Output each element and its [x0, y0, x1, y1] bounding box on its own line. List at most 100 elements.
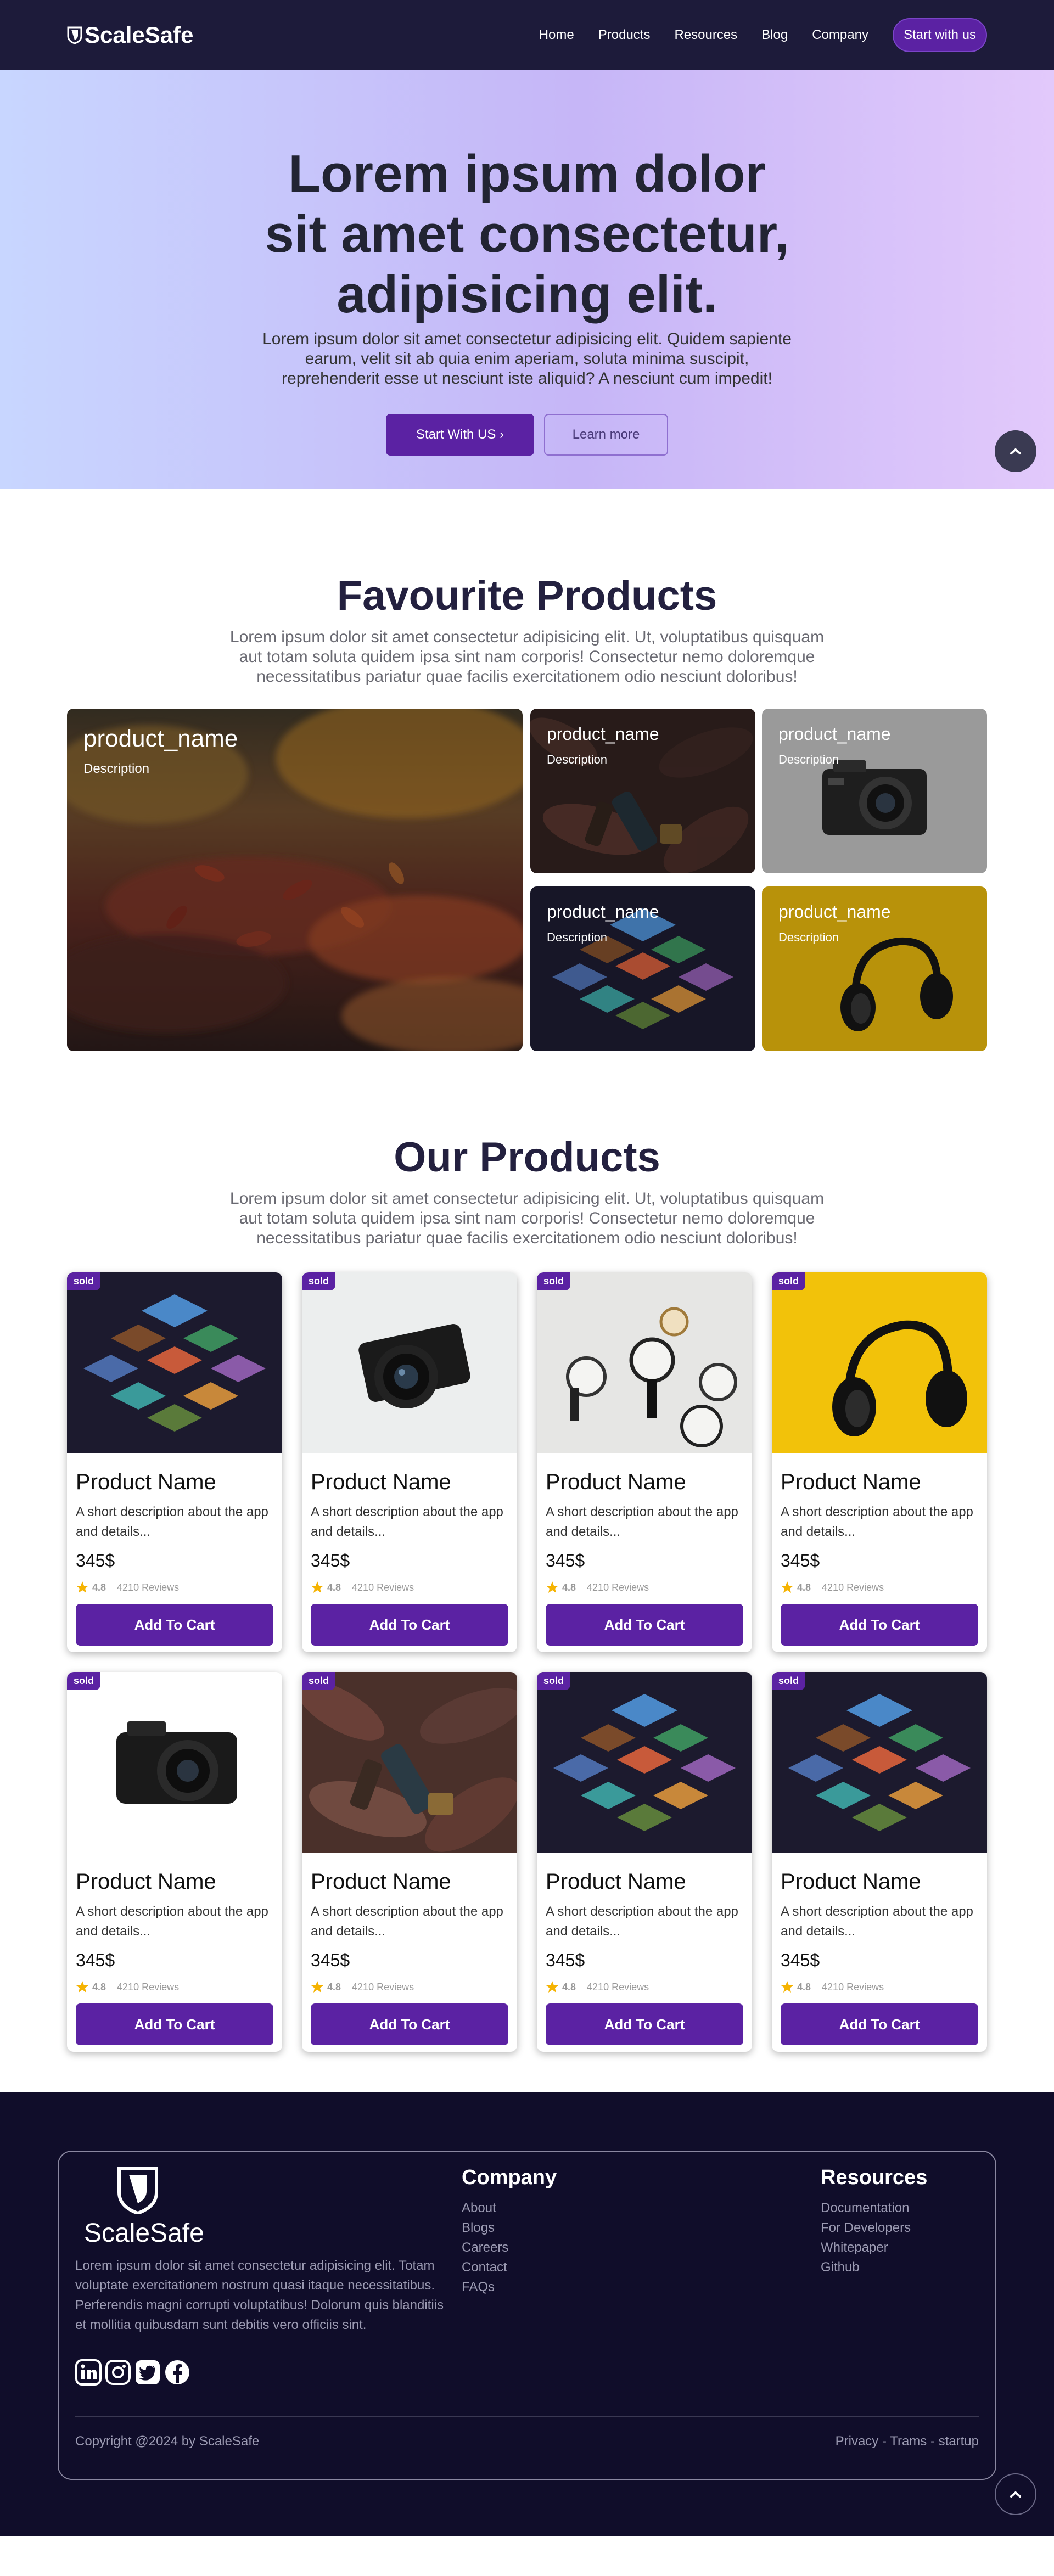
footer-link-github[interactable]: Github	[821, 2258, 927, 2277]
footer-brand[interactable]: ScaleSafe	[84, 2166, 204, 2248]
sold-badge: sold	[772, 1672, 806, 1690]
footer-scroll-to-top-button[interactable]	[995, 2473, 1036, 2515]
footer-link-for-developers[interactable]: For Developers	[821, 2218, 927, 2238]
tile-product-name: product_name	[547, 902, 659, 922]
sold-badge: sold	[302, 1272, 336, 1290]
footer-link-about[interactable]: About	[462, 2198, 557, 2218]
product-image: sold	[537, 1272, 752, 1453]
review-count: 4210 Reviews	[822, 1581, 884, 1593]
add-to-cart-button[interactable]: Add To Cart	[311, 1604, 508, 1646]
product-rating: 4.8 4210 Reviews	[311, 1581, 508, 1594]
nav-link-home[interactable]: Home	[539, 27, 574, 43]
instagram-icon[interactable]	[105, 2359, 131, 2386]
hero-buttons: Start With US › Learn more	[0, 414, 1054, 456]
star-icon	[76, 1981, 88, 1993]
favourite-tile-1[interactable]: product_name Description	[67, 709, 523, 1051]
our-products-section: Our Products Lorem ipsum dolor sit amet …	[0, 1051, 1054, 2092]
facebook-icon[interactable]	[164, 2359, 190, 2386]
product-name: Product Name	[546, 1470, 686, 1494]
shield-icon	[117, 2167, 158, 2215]
linkedin-icon[interactable]	[75, 2359, 102, 2386]
footer-link-whitepaper[interactable]: Whitepaper	[821, 2238, 927, 2258]
product-name: Product Name	[311, 1470, 451, 1494]
product-price: 345$	[546, 1551, 585, 1570]
add-to-cart-button[interactable]: Add To Cart	[546, 2003, 743, 2045]
legal-links[interactable]: Privacy - Trams - startup	[836, 2434, 979, 2449]
product-price: 345$	[781, 1551, 820, 1570]
tile-product-name: product_name	[547, 724, 659, 744]
product-description: A short description about the app and de…	[546, 1505, 738, 1539]
product-card: sold Product Name A short description ab…	[537, 1272, 752, 1652]
product-image: sold	[772, 1272, 987, 1453]
favourite-tile-5[interactable]: product_name Description	[762, 886, 987, 1051]
scroll-to-top-button[interactable]	[995, 430, 1036, 472]
start-with-us-button[interactable]: Start with us	[892, 18, 987, 52]
isometric-city-image	[772, 1672, 987, 1853]
footer-resources-column: Resources Documentation For Developers W…	[821, 2166, 927, 2277]
add-to-cart-button[interactable]: Add To Cart	[76, 2003, 273, 2045]
top-navbar: ScaleSafe Home Products Resources Blog C…	[0, 0, 1054, 70]
review-count: 4210 Reviews	[587, 1581, 649, 1593]
rating-value: 4.8	[92, 1581, 106, 1593]
sold-badge: sold	[302, 1672, 336, 1690]
nav-link-resources[interactable]: Resources	[674, 27, 737, 43]
rating-value: 4.8	[562, 1981, 576, 1993]
rating-value: 4.8	[562, 1581, 576, 1593]
footer-link-contact[interactable]: Contact	[462, 2258, 557, 2277]
product-card: sold Product Name A short description ab…	[302, 1672, 517, 2052]
product-image: sold	[67, 1272, 282, 1453]
footer-link-careers[interactable]: Careers	[462, 2238, 557, 2258]
sold-badge: sold	[67, 1672, 101, 1690]
product-price: 345$	[311, 1950, 350, 1970]
favourite-tile-4[interactable]: product_name Description	[530, 886, 755, 1051]
footer-company-column: Company About Blogs Careers Contact FAQs	[462, 2166, 557, 2297]
nav-link-blog[interactable]: Blog	[761, 27, 788, 43]
product-card: sold Product Name A short description ab…	[772, 1272, 987, 1652]
product-price: 345$	[76, 1551, 115, 1570]
footer-link-faqs[interactable]: FAQs	[462, 2277, 557, 2297]
tile-description: Description	[778, 753, 839, 766]
nav-link-company[interactable]: Company	[812, 27, 868, 43]
watches-image	[537, 1272, 752, 1453]
our-products-title: Our Products	[394, 1134, 660, 1181]
product-rating: 4.8 4210 Reviews	[781, 1980, 978, 1994]
favourite-tile-3[interactable]: product_name Description	[762, 709, 987, 873]
tile-product-name: product_name	[778, 902, 891, 922]
compact-camera-image	[67, 1672, 282, 1853]
footer-resources-title: Resources	[821, 2166, 928, 2189]
star-icon	[311, 1581, 323, 1593]
add-to-cart-button[interactable]: Add To Cart	[76, 1604, 273, 1646]
product-rating: 4.8 4210 Reviews	[546, 1980, 743, 1994]
hero-title: Lorem ipsum dolor sit amet consectetur, …	[265, 144, 789, 324]
footer-panel: ScaleSafe Lorem ipsum dolor sit amet con…	[58, 2151, 996, 2480]
product-name: Product Name	[76, 1870, 216, 1894]
product-description: A short description about the app and de…	[311, 1505, 503, 1539]
autumn-leaves-image	[67, 709, 523, 1051]
start-with-us-hero-button[interactable]: Start With US ›	[386, 414, 534, 456]
product-price: 345$	[311, 1551, 350, 1570]
rating-value: 4.8	[797, 1981, 811, 1993]
review-count: 4210 Reviews	[352, 1981, 414, 1993]
product-rating: 4.8 4210 Reviews	[311, 1980, 508, 1994]
review-count: 4210 Reviews	[822, 1981, 884, 1993]
dslr-camera-image	[302, 1272, 517, 1453]
footer-link-documentation[interactable]: Documentation	[821, 2198, 927, 2218]
copyright-text: Copyright @2024 by ScaleSafe	[75, 2434, 260, 2449]
tile-description: Description	[778, 930, 839, 944]
twitter-icon[interactable]	[134, 2359, 161, 2386]
review-count: 4210 Reviews	[352, 1581, 414, 1593]
add-to-cart-button[interactable]: Add To Cart	[781, 1604, 978, 1646]
add-to-cart-button[interactable]: Add To Cart	[546, 1604, 743, 1646]
nav-link-products[interactable]: Products	[598, 27, 651, 43]
product-rating: 4.8 4210 Reviews	[76, 1980, 273, 1994]
learn-more-button[interactable]: Learn more	[544, 414, 668, 456]
site-footer: ScaleSafe Lorem ipsum dolor sit amet con…	[0, 2092, 1054, 2536]
favourite-tile-2[interactable]: product_name Description	[530, 709, 755, 873]
product-rating: 4.8 4210 Reviews	[76, 1581, 273, 1594]
add-to-cart-button[interactable]: Add To Cart	[311, 2003, 508, 2045]
footer-link-blogs[interactable]: Blogs	[462, 2218, 557, 2238]
brand-logo[interactable]: ScaleSafe	[67, 22, 193, 48]
rating-value: 4.8	[797, 1581, 811, 1593]
favourite-products-grid: product_name Description product_name De…	[67, 709, 987, 1051]
add-to-cart-button[interactable]: Add To Cart	[781, 2003, 978, 2045]
